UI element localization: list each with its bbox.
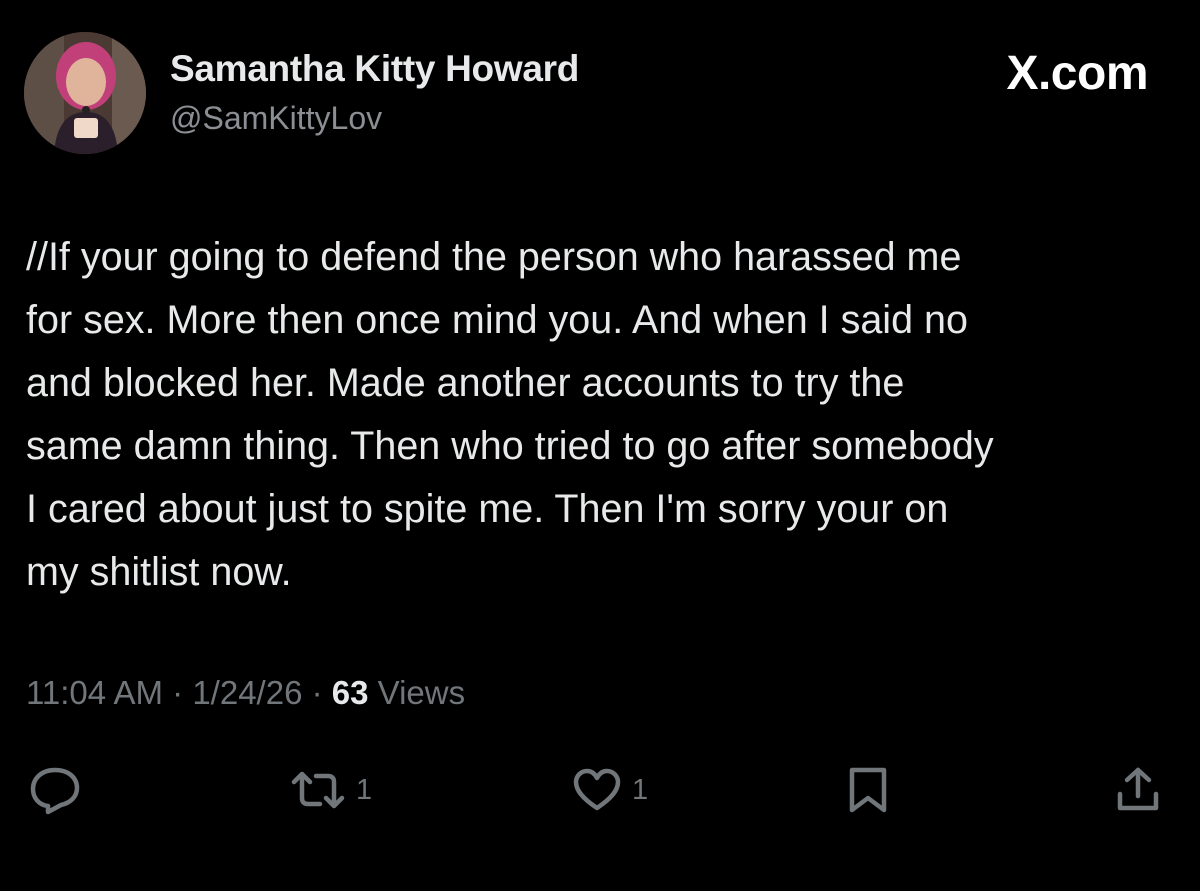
- views-label: Views: [377, 674, 466, 711]
- like-button[interactable]: 1: [572, 760, 648, 820]
- profile-photo: [24, 32, 146, 154]
- tweet-meta: 11:04 AM · 1/24/26 · 63 Views: [26, 674, 465, 712]
- views-count: 63: [331, 674, 369, 711]
- reply-button[interactable]: [28, 760, 82, 820]
- bookmark-button[interactable]: [846, 760, 890, 820]
- tweet-card: Samantha Kitty Howard @SamKittyLov X.com…: [0, 0, 1200, 891]
- reply-icon: [28, 765, 82, 815]
- share-icon: [1114, 766, 1162, 814]
- avatar[interactable]: [24, 32, 146, 154]
- x-logo: X.com: [1006, 47, 1148, 100]
- repost-icon: [290, 770, 346, 810]
- action-bar: 1 1: [0, 760, 1200, 820]
- author-name[interactable]: Samantha Kitty Howard: [170, 48, 579, 90]
- repost-count: 1: [356, 773, 373, 806]
- repost-button[interactable]: 1: [290, 760, 372, 820]
- bookmark-icon: [846, 766, 890, 814]
- tweet-date[interactable]: 1/24/26: [192, 674, 302, 711]
- tweet-time[interactable]: 11:04 AM: [26, 674, 163, 711]
- meta-separator: ·: [172, 674, 193, 711]
- share-button[interactable]: [1114, 760, 1162, 820]
- author-handle[interactable]: @SamKittyLov: [170, 100, 382, 137]
- like-count: 1: [632, 773, 649, 806]
- tweet-text: //If your going to defend the person who…: [26, 235, 994, 594]
- heart-icon: [572, 768, 622, 812]
- meta-separator: ·: [311, 674, 332, 711]
